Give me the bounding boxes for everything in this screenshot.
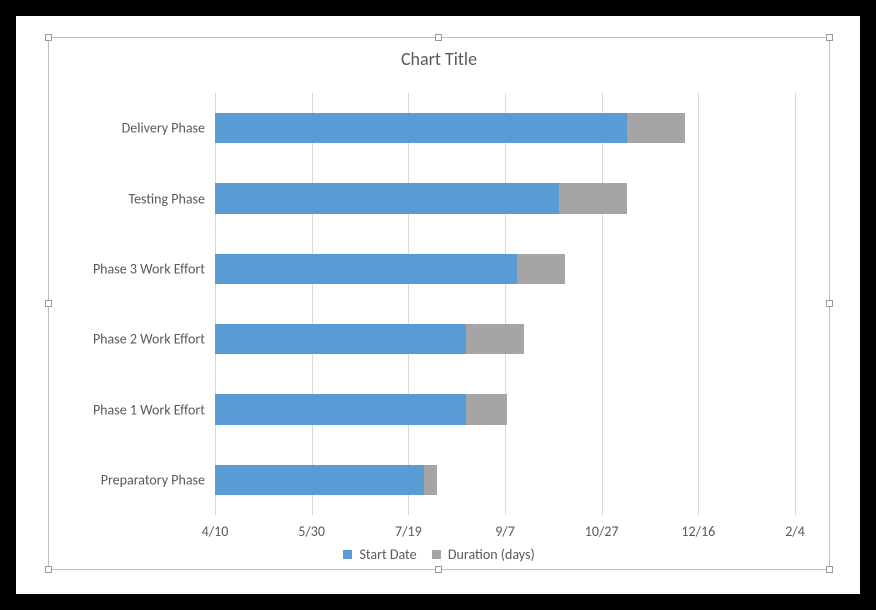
bar-row[interactable] [215, 254, 795, 284]
bar-segment-duration[interactable] [559, 183, 627, 213]
x-axis-label: 5/30 [298, 523, 325, 540]
chart-object[interactable]: Chart Title 4/105/307/199/710/2712/162/4… [49, 38, 829, 569]
bar-segment-start[interactable] [215, 394, 466, 424]
bar-segment-duration[interactable] [466, 324, 524, 354]
gridline [408, 93, 409, 515]
legend-label-start: Start Date [359, 546, 416, 563]
page-canvas: Chart Title 4/105/307/199/710/2712/162/4… [16, 16, 860, 594]
y-axis-label: Phase 1 Work Effort [45, 401, 205, 418]
legend-item-start[interactable]: Start Date [343, 545, 416, 563]
legend-swatch-start [343, 550, 352, 559]
x-axis-label: 12/16 [681, 523, 715, 540]
gridline [602, 93, 603, 515]
legend-label-duration: Duration (days) [448, 546, 535, 563]
bar-row[interactable] [215, 324, 795, 354]
gridline [698, 93, 699, 515]
bar-segment-duration[interactable] [466, 394, 507, 424]
plot-area[interactable]: 4/105/307/199/710/2712/162/4Preparatory … [215, 93, 795, 515]
x-axis-label: 10/27 [585, 523, 619, 540]
bar-segment-start[interactable] [215, 465, 424, 495]
y-axis-label: Testing Phase [45, 190, 205, 207]
bar-segment-duration[interactable] [424, 465, 438, 495]
legend-item-duration[interactable]: Duration (days) [432, 545, 535, 563]
bar-row[interactable] [215, 183, 795, 213]
gridline [312, 93, 313, 515]
gridline [795, 93, 796, 515]
bar-segment-start[interactable] [215, 324, 466, 354]
x-axis-label: 7/19 [395, 523, 422, 540]
x-axis-label: 4/10 [202, 523, 229, 540]
gridline [215, 93, 216, 515]
y-axis-label: Phase 2 Work Effort [45, 331, 205, 348]
x-axis-label: 9/7 [495, 523, 515, 540]
bar-row[interactable] [215, 113, 795, 143]
y-axis-label: Phase 3 Work Effort [45, 260, 205, 277]
chart-title[interactable]: Chart Title [49, 48, 829, 70]
gridline [505, 93, 506, 515]
legend[interactable]: Start Date Duration (days) [49, 545, 829, 563]
bar-segment-duration[interactable] [517, 254, 565, 284]
bar-segment-duration[interactable] [627, 113, 685, 143]
x-axis-label: 2/4 [785, 523, 805, 540]
y-axis-label: Preparatory Phase [45, 471, 205, 488]
bar-segment-start[interactable] [215, 254, 517, 284]
bar-segment-start[interactable] [215, 113, 627, 143]
y-axis-label: Delivery Phase [45, 120, 205, 137]
bar-segment-start[interactable] [215, 183, 559, 213]
bar-row[interactable] [215, 394, 795, 424]
bar-row[interactable] [215, 465, 795, 495]
legend-swatch-duration [432, 550, 441, 559]
chart-selection-frame[interactable]: Chart Title 4/105/307/199/710/2712/162/4… [48, 37, 830, 570]
plot-background: 4/105/307/199/710/2712/162/4Preparatory … [215, 93, 795, 515]
